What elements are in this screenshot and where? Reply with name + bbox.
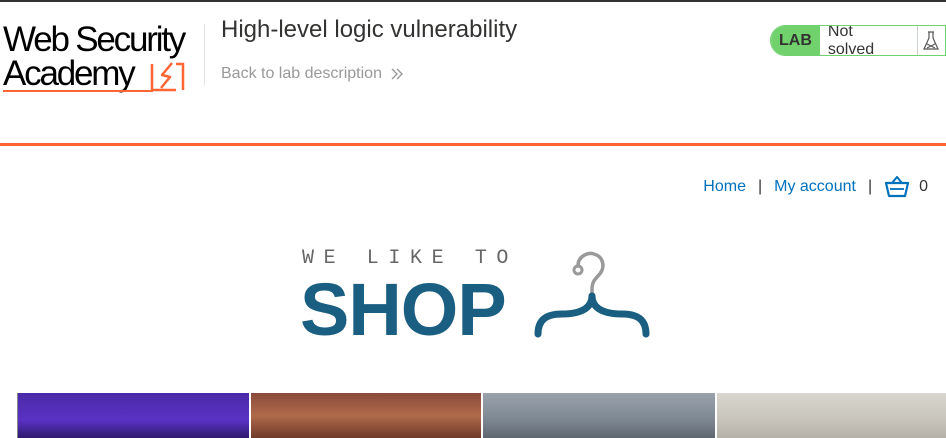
header-divider: [204, 24, 205, 86]
product-image[interactable]: [250, 393, 481, 438]
cart-item-count: 0: [919, 178, 928, 195]
hanger-icon: [534, 251, 650, 338]
back-to-lab-description-link[interactable]: Back to lab description: [221, 65, 404, 83]
we-like-to-shop-logo: WE LIKE TO SHOP: [300, 246, 660, 350]
shop-logo-tagline: WE LIKE TO: [302, 247, 519, 270]
shop-logo-word: SHOP: [300, 268, 507, 351]
lab-status-tag: LAB: [771, 26, 820, 55]
product-image[interactable]: [483, 393, 715, 438]
top-border: [0, 0, 946, 2]
lab-title: High-level logic vulnerability: [221, 16, 518, 43]
academy-logo-mark-icon: [150, 62, 185, 92]
header-orange-rule: [0, 143, 946, 146]
nav-separator: |: [757, 178, 763, 195]
nav-separator: |: [867, 178, 873, 195]
double-chevron-right-icon: [391, 68, 403, 80]
product-image[interactable]: [716, 393, 946, 438]
logo-underline: [3, 90, 153, 92]
product-image[interactable]: [17, 393, 249, 438]
product-grid: [17, 393, 946, 438]
nav-home-link[interactable]: Home: [703, 178, 746, 196]
shop-navigation: Home | My account | 0: [703, 176, 928, 198]
flask-icon: [917, 26, 945, 55]
back-link-label: Back to lab description: [221, 65, 382, 82]
logo-text-line1: Web Security: [3, 20, 186, 59]
lab-status-text: Not solved: [819, 26, 918, 55]
basket-icon[interactable]: [885, 176, 910, 198]
logo-text-line2: Academy: [3, 54, 136, 93]
nav-my-account-link[interactable]: My account: [774, 178, 856, 196]
lab-status-widget: LAB Not solved: [770, 25, 946, 56]
web-security-academy-logo[interactable]: Web Security Academy: [3, 22, 203, 97]
